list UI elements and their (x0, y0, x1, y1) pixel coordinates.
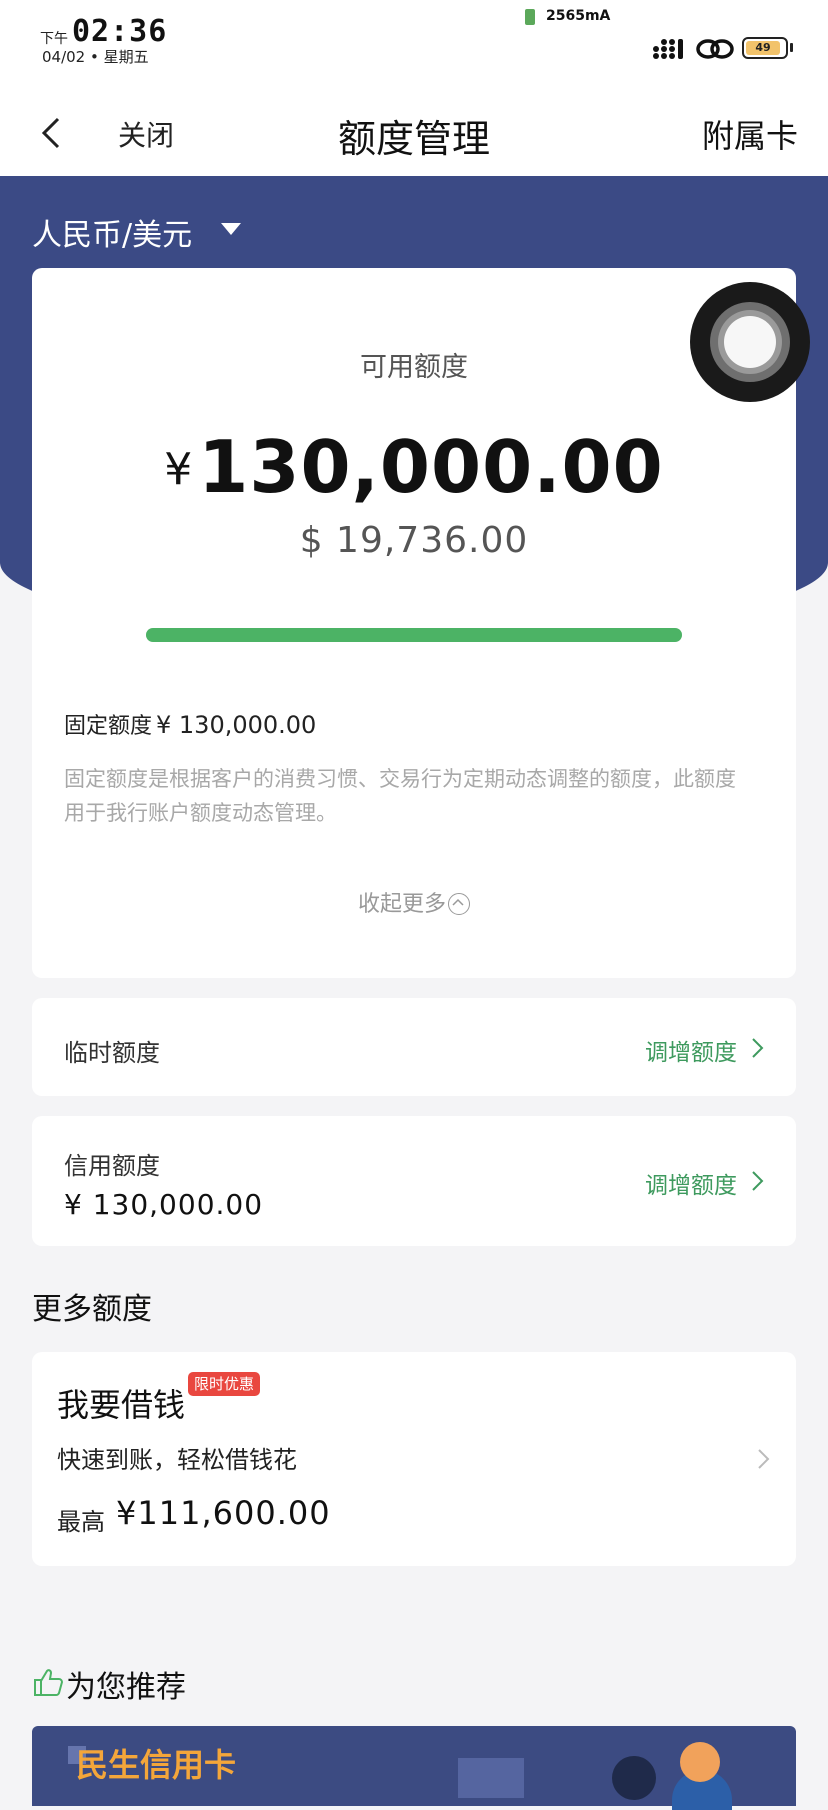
supplementary-card-button[interactable]: 附属卡 (702, 111, 798, 157)
loan-max-label: 最高 (57, 1508, 105, 1536)
battery-mini-icon (525, 9, 535, 25)
fixed-quota-label: 固定额度 (64, 714, 153, 739)
banner-illustration-person (612, 1756, 656, 1800)
loan-max-value: ¥111,600.00 (116, 1494, 331, 1532)
fixed-quota: 固定额度 ¥ 130,000.00 (64, 708, 316, 740)
loan-title: 我要借钱 (57, 1386, 186, 1424)
credit-quota-value: ¥ 130,000.00 (64, 1188, 264, 1221)
credit-quota-label: 信用额度 (64, 1152, 160, 1180)
limited-offer-badge: 限时优惠 (188, 1372, 261, 1396)
available-usd: $ 19,736.00 (299, 520, 529, 561)
status-date: 04/02 • 星期五 (42, 48, 149, 66)
chevron-right-icon[interactable] (750, 1037, 764, 1059)
fixed-quota-value: ¥ 130,000.00 (156, 711, 317, 739)
back-chevron-icon[interactable] (38, 116, 66, 150)
status-ampm: 下午 (40, 31, 68, 47)
currency-selector[interactable]: 人民币/美元 (32, 210, 192, 254)
chevron-up-circle-icon (448, 893, 470, 915)
battery-icon: 49 (742, 37, 788, 59)
fixed-quota-description: 固定额度是根据客户的消费习惯、交易行为定期动态调整的额度，此额度用于我行账户额度… (64, 767, 736, 825)
link-icon (696, 39, 734, 59)
status-time: 02:36 (72, 14, 168, 49)
caret-down-icon[interactable] (220, 222, 242, 236)
battery-mah: 2565mA (546, 8, 611, 24)
more-quota-heading: 更多额度 (32, 1292, 152, 1327)
increase-temporary-quota-button[interactable]: 调增额度 (645, 1033, 737, 1067)
temporary-quota-label: 临时额度 (64, 1039, 160, 1067)
banner-decoration (458, 1758, 524, 1798)
signal-icon (653, 39, 683, 59)
loan-subtitle: 快速到账，轻松借钱花 (57, 1446, 297, 1474)
battery-level: 49 (746, 41, 780, 55)
available-label: 可用额度 (360, 352, 468, 383)
chevron-right-icon[interactable] (756, 1448, 770, 1470)
floating-button-core (724, 316, 776, 368)
banner-title: 民生信用卡 (76, 1746, 237, 1784)
collapse-more-label: 收起更多 (357, 892, 446, 917)
thumbs-up-icon (34, 1669, 64, 1696)
battery-tip (790, 43, 793, 52)
available-cny: ¥130,000.00 (32, 425, 796, 509)
banner-illustration-person (680, 1742, 720, 1782)
collapse-more-button[interactable]: 收起更多 (32, 886, 796, 918)
recommend-heading: 为您推荐 (66, 1670, 186, 1705)
quota-progress-fill (146, 628, 682, 642)
chevron-right-icon[interactable] (750, 1170, 764, 1192)
cny-amount: 130,000.00 (198, 425, 664, 509)
increase-credit-quota-button[interactable]: 调增额度 (645, 1166, 737, 1200)
close-button[interactable]: 关闭 (118, 114, 174, 154)
cny-symbol: ¥ (164, 444, 193, 495)
